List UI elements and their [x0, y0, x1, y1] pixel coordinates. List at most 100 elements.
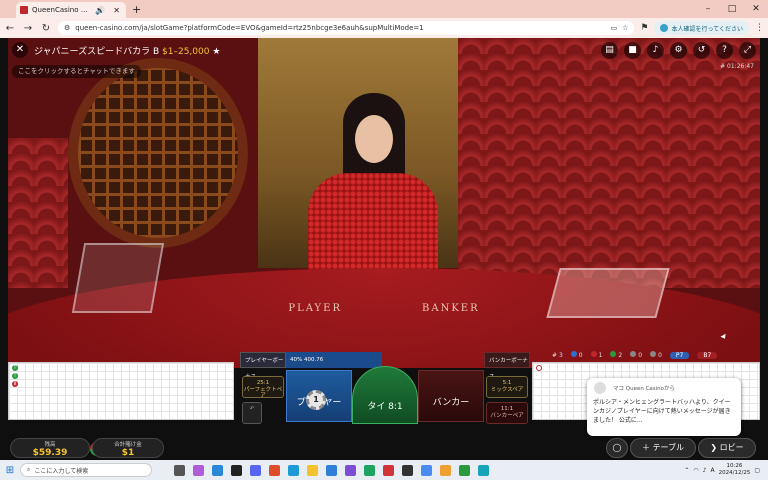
browser-tab[interactable]: QueenCasino クイーンカジノ | 🔊 ✕: [16, 2, 126, 18]
tie-label: タイ 8:1: [367, 402, 403, 412]
total-bet-value: $1: [121, 448, 135, 458]
player-predict[interactable]: P7: [669, 351, 690, 359]
discard-tray: [71, 243, 165, 313]
app-icon[interactable]: [345, 464, 356, 476]
close-game-icon[interactable]: ✕: [12, 42, 28, 58]
tab-audio-icon[interactable]: 🔊: [93, 6, 107, 15]
banker-bonus-bet[interactable]: バンカーボーナス: [484, 352, 530, 380]
system-tray: ⌃ ◠ ♪ A 10:26 2024/12/25 ▢: [684, 463, 768, 477]
reload-icon[interactable]: ↻: [40, 23, 52, 34]
address-bar[interactable]: ⚙ queen-casino.com/ja/slotGame?platformC…: [58, 21, 635, 35]
favorite-icon[interactable]: ★: [212, 47, 220, 57]
app-icon[interactable]: [440, 464, 451, 476]
tie-count: 2: [610, 351, 622, 359]
player-bet-pct: 40%: [290, 357, 303, 363]
taskbar-apps: [174, 464, 489, 476]
banker-bet-spot[interactable]: バンカー: [418, 370, 484, 422]
edge-icon[interactable]: [288, 464, 299, 476]
game-title: ジャパニーズスピードバカラ B $1–25,000 ★: [34, 44, 220, 57]
fullscreen-icon[interactable]: ⤢: [739, 42, 756, 59]
app-icon[interactable]: [478, 464, 489, 476]
clock-date: 2024/12/25: [718, 470, 751, 476]
input-lang[interactable]: A: [711, 467, 715, 474]
browser-toolbar: ← → ↻ ⚙ queen-casino.com/ja/slotGame?pla…: [0, 18, 768, 38]
cast-icon[interactable]: ▭: [610, 24, 617, 32]
clock-time: 10:26: [726, 463, 743, 469]
table-button[interactable]: ＋ テーブル: [630, 438, 696, 458]
undo-icon[interactable]: ↶: [242, 402, 262, 424]
bead-tie: T: [12, 373, 18, 379]
sound-icon[interactable]: ♪: [647, 42, 664, 59]
chat-icon[interactable]: ▤: [601, 42, 618, 59]
window-close-button[interactable]: ✕: [744, 0, 768, 18]
bead-tie: T: [12, 365, 18, 371]
app-icon[interactable]: [383, 464, 394, 476]
tie-bet-spot[interactable]: タイ 8:1: [352, 366, 418, 424]
banker-pair-bet[interactable]: 11:1 バンカーペア: [486, 402, 528, 424]
banker-predict[interactable]: B7: [697, 351, 718, 359]
balance-display: 残高 $59.39: [10, 438, 90, 458]
tray-chevron-icon[interactable]: ⌃: [684, 467, 689, 474]
help-icon[interactable]: ?: [716, 42, 733, 59]
history-icon[interactable]: ↺: [693, 42, 710, 59]
banker-wins: 1: [590, 351, 602, 359]
game-round-id: # 01:26:47: [720, 63, 754, 70]
table-player-text: PLAYER: [288, 303, 342, 314]
player-total: 400.76: [303, 357, 324, 363]
copilot-icon[interactable]: [193, 464, 204, 476]
bead-road: T T B: [8, 362, 234, 420]
app-icon[interactable]: [421, 464, 432, 476]
app-icon[interactable]: [212, 464, 223, 476]
app-icon[interactable]: [402, 464, 413, 476]
game-toolbar: ▤ ■ ♪ ⚙ ↺ ? ⤢: [601, 42, 756, 59]
total-bet-label: 合計賭け金: [114, 442, 142, 448]
banker-label: バンカー: [432, 398, 470, 408]
toast-message: ポルシア・メンヒェングラートバッハより、クイーンカジノプレイヤーに向けて熱いメッ…: [593, 399, 731, 424]
player-wins: 0: [570, 351, 583, 359]
search-icon: ⌕: [27, 466, 31, 473]
video-icon[interactable]: ■: [624, 42, 641, 59]
lobby-button[interactable]: ❯ ロビー: [698, 438, 756, 458]
app-icon[interactable]: [364, 464, 375, 476]
site-info-icon[interactable]: ⚙: [64, 24, 70, 32]
settings-gear-icon[interactable]: ⚙: [670, 42, 687, 59]
mixed-pair-bet[interactable]: 5:1 ミックスペア: [486, 376, 528, 398]
notifications-icon[interactable]: ▢: [754, 467, 760, 474]
chat-input[interactable]: ここをクリックするとチャットできます: [12, 65, 141, 78]
banker-pair-count: 0: [650, 351, 662, 359]
perfect-pair-bet[interactable]: 25:1 パーフェクトペア: [242, 376, 284, 399]
file-explorer-icon[interactable]: [307, 464, 318, 476]
start-windows-icon[interactable]: ⊞: [0, 465, 20, 476]
placed-chip: 1: [306, 390, 326, 410]
menu-kebab-icon[interactable]: ⋮: [755, 23, 764, 33]
tab-title: QueenCasino クイーンカジノ |: [32, 6, 89, 14]
maximize-button[interactable]: □: [720, 0, 744, 18]
bet-limits[interactable]: $1–25,000: [162, 47, 209, 57]
notification-toast[interactable]: マコ Queen Casinoから ポルシア・メンヒェングラートバッハより、クイ…: [587, 378, 741, 436]
chat-bubble-icon[interactable]: ◯: [606, 438, 628, 458]
back-icon[interactable]: ←: [4, 23, 16, 34]
bookmark-star-icon[interactable]: ☆: [622, 24, 628, 32]
profile-label: 本人確認を行ってください: [671, 25, 743, 33]
volume-icon[interactable]: ♪: [703, 467, 707, 474]
wifi-icon[interactable]: ◠: [693, 467, 698, 474]
extensions-icon[interactable]: ⚑: [640, 23, 648, 33]
app-icon[interactable]: [326, 464, 337, 476]
plus-icon: ＋: [641, 443, 650, 452]
chrome-icon[interactable]: [459, 464, 470, 476]
browser-tabbar: QueenCasino クイーンカジノ | 🔊 ✕ + – □ ✕: [0, 0, 768, 18]
profile-button[interactable]: 本人確認を行ってください: [654, 21, 749, 35]
queen-casino-favicon: [20, 6, 28, 14]
taskbar-search[interactable]: ⌕ ここに入力して検索: [20, 463, 152, 477]
app-icon[interactable]: [269, 464, 280, 476]
player-bonus-bet[interactable]: プレイヤーボーナス: [240, 352, 286, 380]
new-tab-button[interactable]: +: [132, 3, 141, 16]
app-icon[interactable]: [231, 464, 242, 476]
tab-close-icon[interactable]: ✕: [111, 6, 122, 15]
bead-banker: B: [12, 381, 18, 387]
task-view-icon[interactable]: [174, 464, 185, 476]
minimize-button[interactable]: –: [696, 0, 720, 18]
discord-icon[interactable]: [250, 464, 261, 476]
forward-icon[interactable]: →: [22, 23, 34, 34]
clock[interactable]: 10:26 2024/12/25: [719, 463, 751, 477]
